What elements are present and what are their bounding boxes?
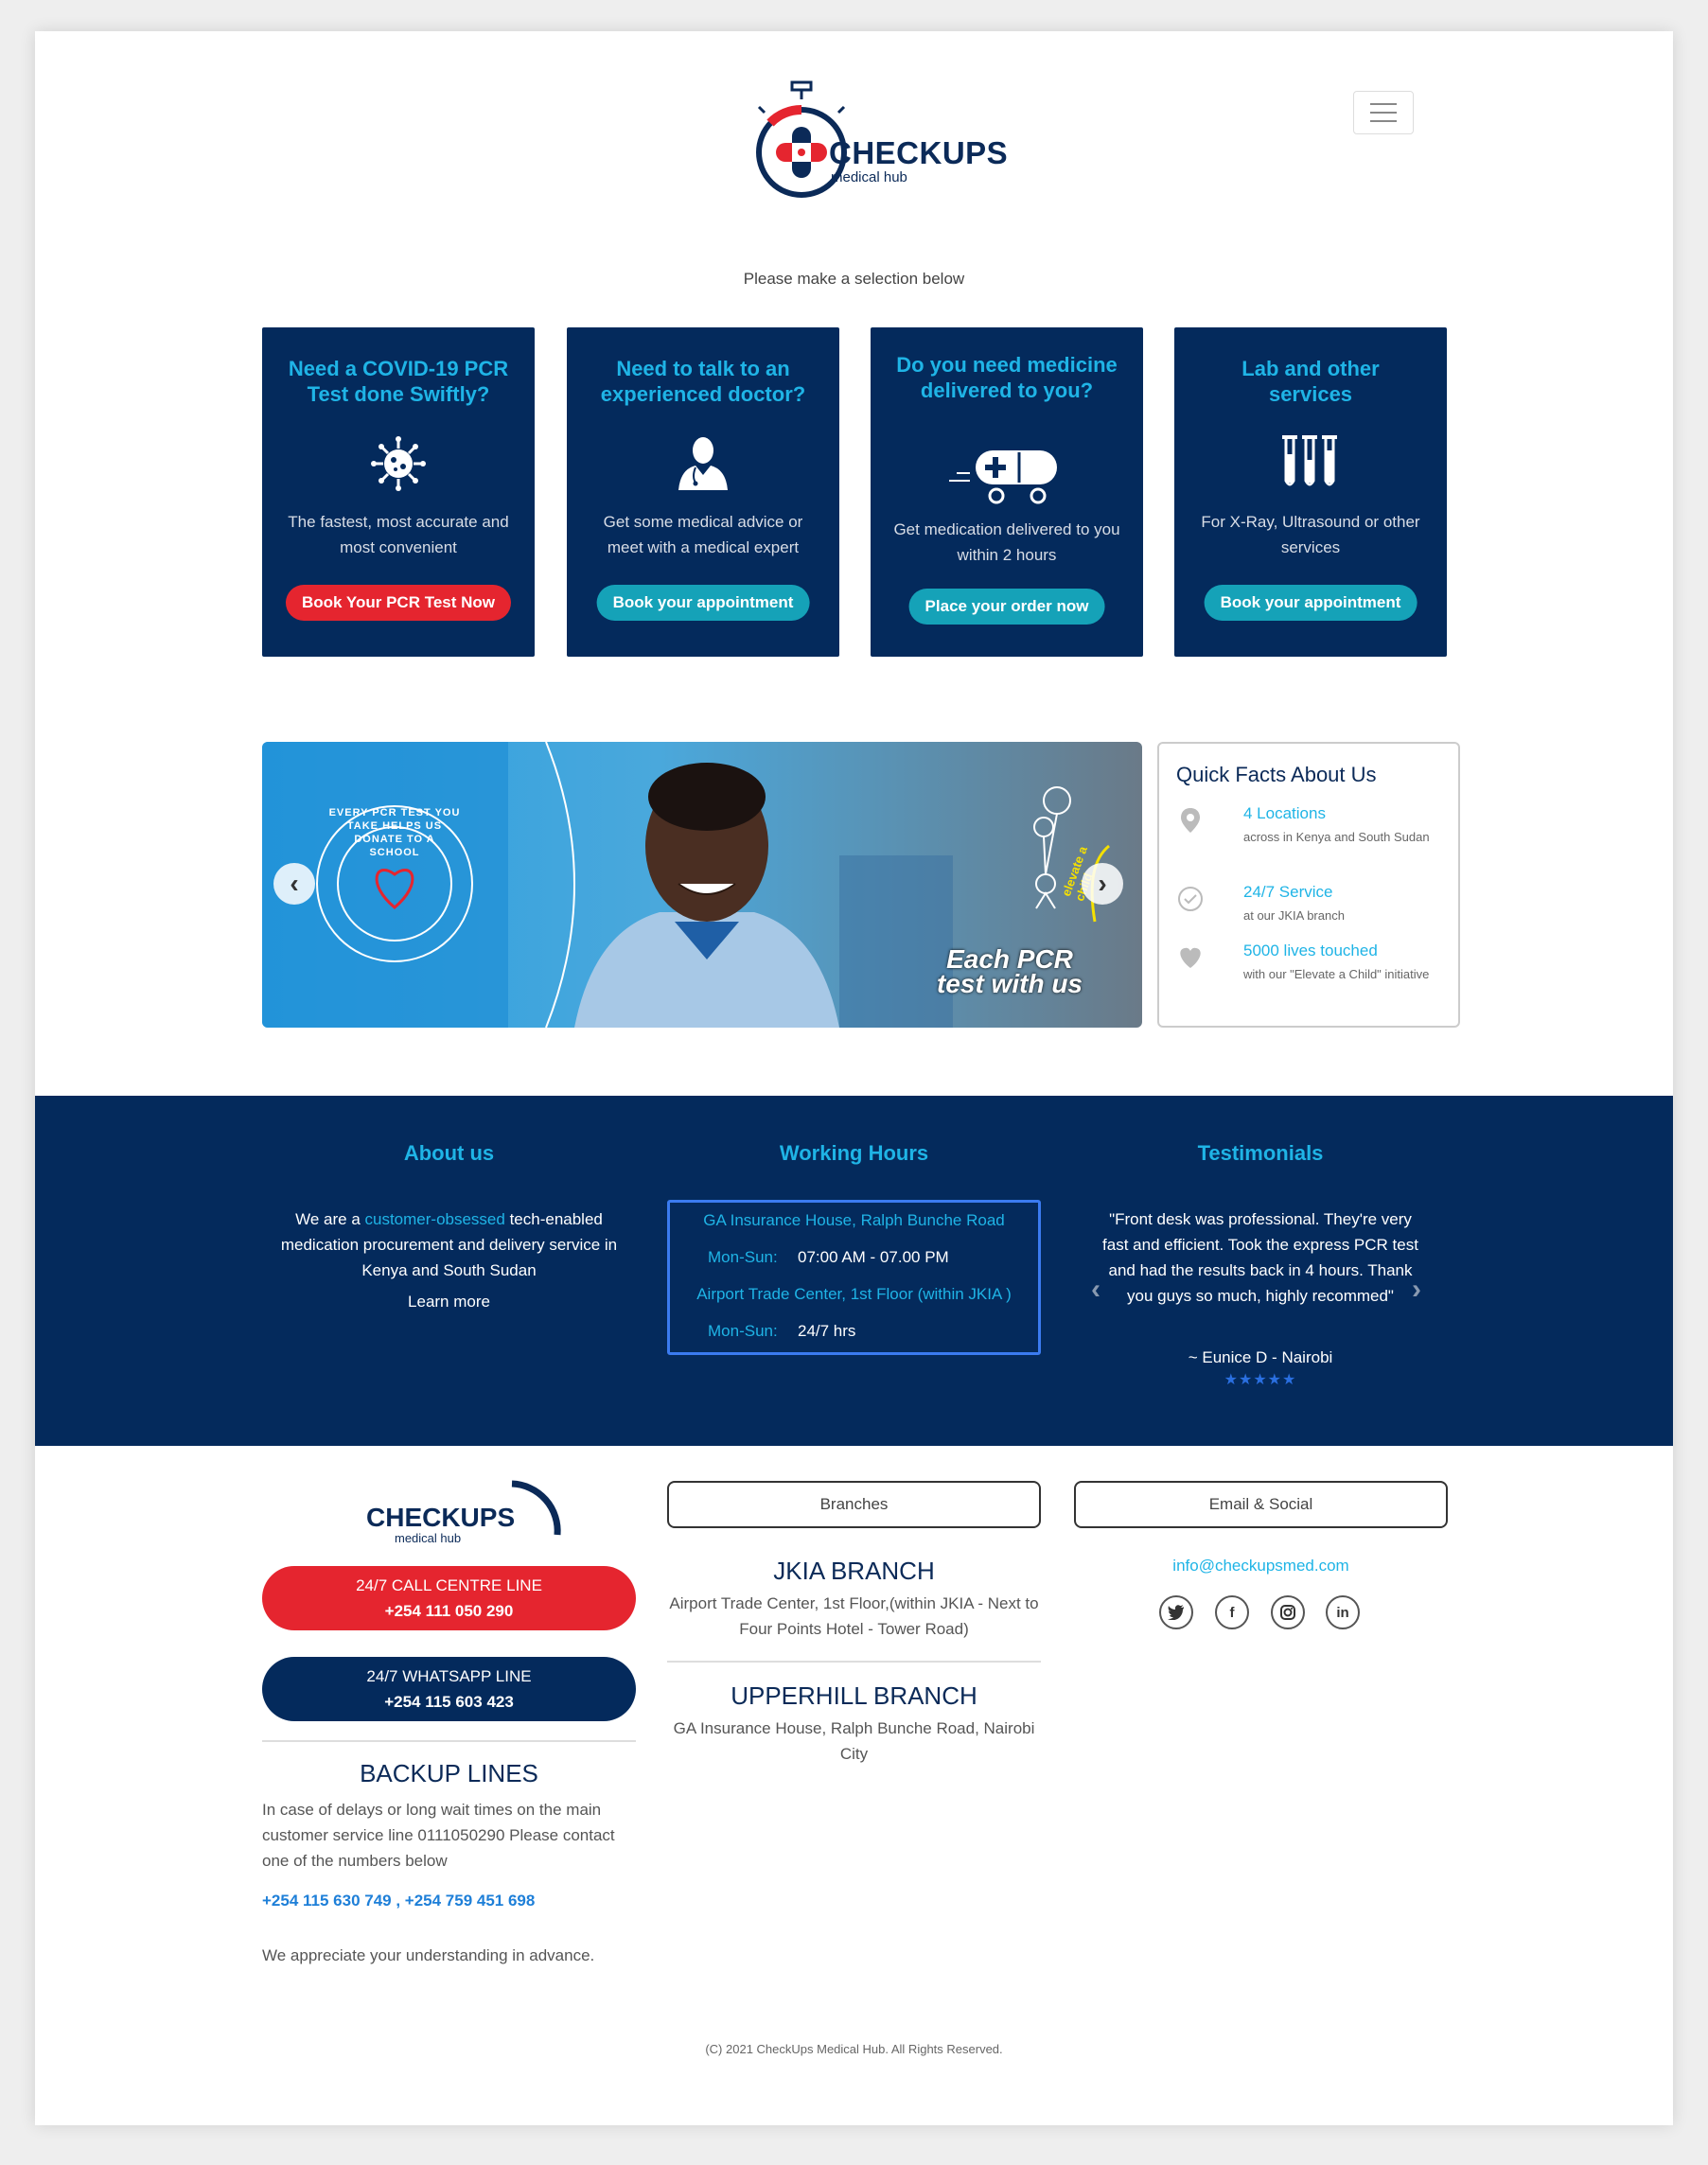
hours-time: 07:00 AM - 07.00 PM [798,1248,949,1266]
logo-subtitle: medical hub [831,169,907,185]
testimonial-author: ~ Eunice D - Nairobi [1188,1348,1333,1366]
card-title: Do you need medicine delivered to you? [896,353,1118,402]
hours-location: GA Insurance House, Ralph Bunche Road [703,1211,1005,1229]
chevron-right-icon: › [1412,1274,1421,1305]
star-icon: ★ [1282,1372,1297,1388]
twitter-icon[interactable] [1159,1595,1193,1629]
page: CHECKUPS medical hub Please make a selec… [35,31,1673,2125]
branch-name: UPPERHILL BRANCH [731,1681,977,1710]
book-lab-appointment-button[interactable]: Book your appointment [1204,585,1417,621]
whatsapp-button[interactable]: 24/7 WHATSAPP LINE +254 115 603 423 [262,1657,636,1721]
banner-circle-text: EVERY PCR TEST YOU TAKE HELPS US DONATE … [328,807,461,858]
place-order-button[interactable]: Place your order now [908,589,1105,625]
rating-stars: ★★★★★ [1095,1370,1426,1389]
card-title: Need a COVID-19 PCR Test done Swiftly? [288,357,509,406]
hamburger-icon [1370,103,1397,105]
backup-lines-text: In case of delays or long wait times on … [262,1801,615,1870]
call-centre-label: 24/7 CALL CENTRE LINE [356,1576,542,1594]
email-link[interactable]: info@checkupsmed.com [1074,1557,1448,1575]
footer-logo-subtitle: medical hub [395,1531,462,1545]
fact-title: 5000 lives touched [1243,942,1378,959]
fact-title: 24/7 Service [1243,883,1333,901]
test-tubes-icon [1174,433,1447,492]
divider [262,1740,636,1742]
location-pin-icon [1176,806,1205,835]
fact-description: with our "Elevate a Child" initiative [1243,967,1430,981]
check-circle-icon [1176,885,1205,913]
quick-facts-title: Quick Facts About Us [1176,763,1377,786]
delivery-van-icon [871,447,1143,505]
about-text: We are a customer-obsessed tech-enabled … [280,1210,618,1279]
card-description: Get some medical advice or meet with a m… [603,513,803,556]
about-heading: About us [403,1141,495,1165]
backup-numbers-link[interactable]: +254 115 630 749 , +254 759 451 698 [262,1892,535,1910]
copyright: (C) 2021 CheckUps Medical Hub. All Right… [705,2042,1003,2056]
whatsapp-label: 24/7 WHATSAPP LINE [366,1667,532,1685]
medicine-delivery-card: Do you need medicine delivered to you? G… [871,327,1143,657]
card-title: Lab and other services [1241,357,1380,406]
selection-prompt: Please make a selection below [743,270,965,288]
logo-wordmark: CHECKUPS medical hub [829,135,1008,185]
facebook-icon[interactable]: f [1215,1595,1249,1629]
about-highlight: customer-obsessed [364,1210,505,1228]
card-description: For X-Ray, Ultrasound or other services [1201,513,1420,556]
call-centre-number: +254 111 050 290 [384,1602,514,1620]
pcr-test-card: Need a COVID-19 PCR Test done Swiftly? T… [262,327,535,657]
star-icon: ★ [1224,1372,1239,1388]
card-title: Need to talk to an experienced doctor? [600,357,806,406]
hours-days: Mon-Sun: [708,1322,778,1340]
testimonials-heading: Testimonials [1197,1141,1324,1165]
testimonial-quote: "Front desk was professional. They're ve… [1102,1210,1418,1305]
logo-brand: CHECKUPS [829,135,1009,170]
fact-description: at our JKIA branch [1243,908,1345,923]
branch-name: JKIA BRANCH [773,1557,935,1585]
backup-thanks-text: We appreciate your understanding in adva… [262,1946,595,1964]
quick-facts-panel: Quick Facts About Us 4 Locations across … [1157,742,1460,1028]
branches-tab[interactable]: Branches [667,1481,1041,1528]
testimonial-prev-button[interactable]: ‹ [1091,1274,1101,1306]
backup-lines-title: BACKUP LINES [360,1759,538,1787]
branch-address: GA Insurance House, Ralph Bunche Road, N… [673,1719,1035,1763]
whatsapp-number: +254 115 603 423 [384,1693,514,1711]
working-hours-heading: Working Hours [779,1141,929,1165]
doctor-icon [567,433,839,492]
heart-icon [1176,943,1205,972]
hours-days: Mon-Sun: [708,1248,778,1266]
working-hours-box: GA Insurance House, Ralph Bunche Road Mo… [667,1200,1041,1355]
divider [667,1661,1041,1663]
testimonial-next-button[interactable]: › [1412,1274,1421,1306]
carousel-next-button[interactable]: › [1082,863,1123,905]
fact-title: 4 Locations [1243,804,1326,822]
virus-icon [262,435,535,492]
linkedin-icon[interactable]: in [1326,1595,1360,1629]
card-description: Get medication delivered to you within 2… [893,520,1120,564]
star-icon: ★ [1253,1372,1268,1388]
hours-time: 24/7 hrs [798,1322,856,1340]
chevron-right-icon: › [1098,869,1107,898]
call-centre-button[interactable]: 24/7 CALL CENTRE LINE +254 111 050 290 [262,1566,636,1630]
promo-carousel[interactable]: EVERY PCR TEST YOU TAKE HELPS US DONATE … [262,742,1142,1028]
book-doctor-appointment-button[interactable]: Book your appointment [596,585,810,621]
lab-services-card: Lab and other services For X-Ray, Ultras… [1174,327,1447,657]
hours-location: Airport Trade Center, 1st Floor (within … [696,1285,1012,1303]
email-social-tab[interactable]: Email & Social [1074,1481,1448,1528]
banner-caption: Each PCR test with us [936,944,1083,998]
learn-more-link[interactable]: Learn more [262,1293,636,1311]
carousel-prev-button[interactable]: ‹ [273,863,315,905]
menu-toggle-button[interactable] [1353,91,1414,134]
footer-logo-arc [508,1478,565,1545]
chevron-left-icon: ‹ [1091,1274,1101,1305]
book-pcr-test-button[interactable]: Book Your PCR Test Now [285,585,512,621]
chevron-left-icon: ‹ [290,869,299,898]
branch-address: Airport Trade Center, 1st Floor,(within … [669,1594,1039,1638]
star-icon: ★ [1267,1372,1283,1388]
instagram-icon[interactable] [1271,1595,1305,1629]
info-band: About us We are a customer-obsessed tech… [35,1096,1673,1446]
star-icon: ★ [1238,1372,1254,1388]
footer-logo-brand: CHECKUPS [366,1503,516,1532]
card-description: The fastest, most accurate and most conv… [288,513,509,556]
doctor-card: Need to talk to an experienced doctor? G… [567,327,839,657]
fact-description: across in Kenya and South Sudan [1243,830,1430,844]
